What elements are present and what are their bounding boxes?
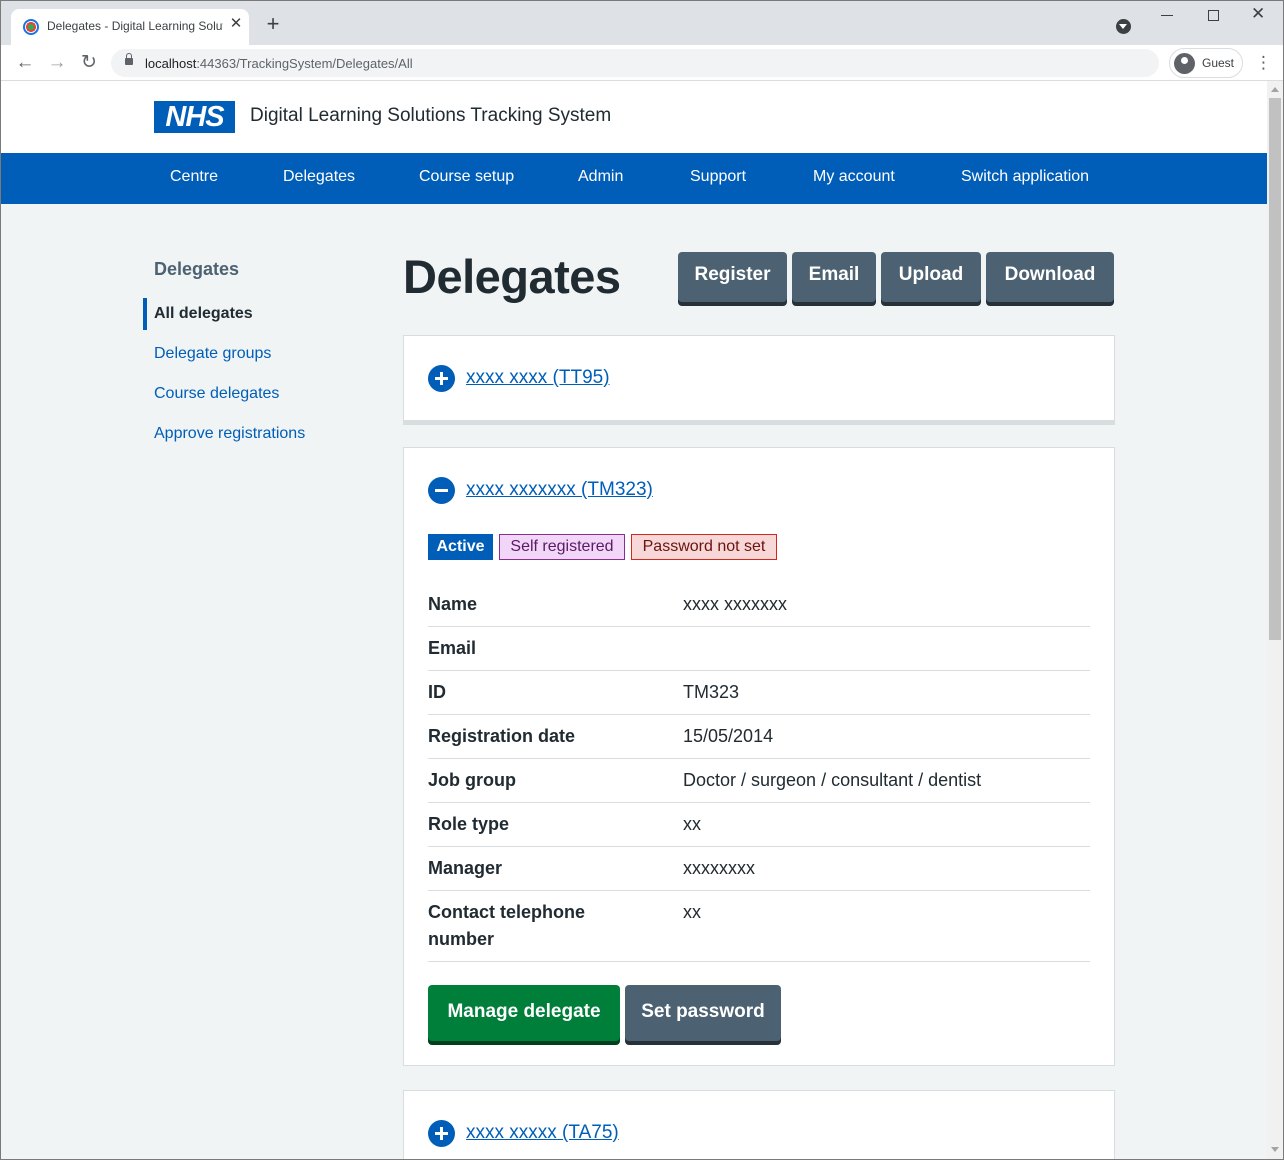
side-nav-current-indicator xyxy=(143,298,147,330)
status-tag-password-not-set: Password not set xyxy=(631,534,777,560)
minimize-icon[interactable] xyxy=(1161,15,1173,16)
detail-label-job-group: Job group xyxy=(428,770,516,790)
detail-value-name: xxxx xxxxxxx xyxy=(683,594,788,614)
lock-icon[interactable] xyxy=(125,53,133,65)
primary-navigation: Centre Delegates Course setup Admin Supp… xyxy=(1,153,1267,204)
address-bar[interactable]: localhost:44363/TrackingSystem/Delegates… xyxy=(111,49,1159,77)
detail-label-id: ID xyxy=(428,682,446,702)
tab-search-icon[interactable] xyxy=(1116,19,1131,34)
delegate-card: xxxx xxxx (TT95) xyxy=(403,335,1115,421)
detail-value-registration-date: 15/05/2014 xyxy=(683,726,774,746)
side-nav-item-approve-registrations[interactable]: Approve registrations xyxy=(154,425,305,443)
collapse-minus-icon[interactable] xyxy=(428,477,455,504)
vertical-scrollbar[interactable] xyxy=(1267,81,1283,1159)
page-viewport: NHS Digital Learning Solutions Tracking … xyxy=(1,81,1267,1159)
detail-value-job-group: Doctor / surgeon / consultant / dentist xyxy=(683,770,982,790)
nav-item-course-setup[interactable]: Course setup xyxy=(419,168,514,186)
tab-strip: Delegates - Digital Learning Solutions ✕… xyxy=(1,1,1283,45)
browser-toolbar: ← → ↻ localhost:44363/TrackingSystem/Del… xyxy=(1,45,1283,81)
tab-close-icon[interactable]: ✕ xyxy=(228,16,244,32)
forward-arrow-icon[interactable]: → xyxy=(45,51,69,75)
delegate-card: xxxx xxxxx (TA75) xyxy=(403,1090,1115,1159)
detail-label-registration-date: Registration date xyxy=(428,726,576,746)
scroll-up-arrow-icon[interactable] xyxy=(1271,87,1279,92)
service-name[interactable]: Digital Learning Solutions Tracking Syst… xyxy=(250,105,611,127)
detail-divider xyxy=(428,626,1090,627)
set-password-button[interactable]: Set password xyxy=(625,985,781,1041)
profile-button[interactable]: Guest xyxy=(1169,48,1243,78)
browser-window: Delegates - Digital Learning Solutions ✕… xyxy=(0,0,1284,1160)
side-nav-item-all-delegates[interactable]: All delegates xyxy=(154,305,253,323)
detail-label-contact-telephone: Contact telephone number xyxy=(428,902,586,949)
detail-value-role-type: xx xyxy=(683,814,701,834)
download-button[interactable]: Download xyxy=(986,252,1114,302)
url-host: localhost xyxy=(145,56,197,71)
detail-divider xyxy=(428,802,1090,803)
maximize-icon[interactable] xyxy=(1208,10,1219,21)
side-nav-title: Delegates xyxy=(154,259,240,279)
register-button[interactable]: Register xyxy=(678,252,787,302)
detail-divider xyxy=(428,961,1090,962)
detail-value-contact-telephone: xx xyxy=(683,902,701,922)
nav-item-switch-application[interactable]: Switch application xyxy=(961,168,1089,186)
detail-label-email: Email xyxy=(428,638,477,658)
nav-item-admin[interactable]: Admin xyxy=(578,168,623,186)
side-nav-item-course-delegates[interactable]: Course delegates xyxy=(154,385,279,403)
window-close-icon[interactable]: ✕ xyxy=(1251,4,1265,24)
browser-menu-icon[interactable]: ⋮ xyxy=(1255,51,1272,75)
delegate-card-link[interactable]: xxxx xxxxxxx (TM323) xyxy=(466,479,653,501)
page-title: Delegates xyxy=(403,250,621,303)
nav-item-my-account[interactable]: My account xyxy=(813,168,895,186)
status-tag-active: Active xyxy=(428,534,493,560)
nhs-logo[interactable]: NHS xyxy=(154,101,235,133)
site-favicon-icon xyxy=(23,19,39,35)
email-button[interactable]: Email xyxy=(792,252,876,302)
nav-item-support[interactable]: Support xyxy=(690,168,746,186)
new-tab-button[interactable]: + xyxy=(263,13,283,35)
profile-label: Guest xyxy=(1202,56,1235,70)
expand-plus-icon[interactable] xyxy=(428,365,455,392)
delegate-card-link[interactable]: xxxx xxxxx (TA75) xyxy=(466,1122,619,1144)
scroll-down-arrow-icon[interactable] xyxy=(1271,1147,1279,1152)
detail-value-manager: xxxxxxxx xyxy=(683,858,755,878)
detail-divider xyxy=(428,670,1090,671)
expand-plus-icon[interactable] xyxy=(428,1120,455,1147)
url-path: :44363/TrackingSystem/Delegates/All xyxy=(196,56,413,71)
scrollbar-thumb[interactable] xyxy=(1269,98,1281,640)
delegate-card-expanded: xxxx xxxxxxx (TM323) Active Self registe… xyxy=(403,447,1115,1066)
reload-icon[interactable]: ↻ xyxy=(77,51,101,75)
browser-tab[interactable]: Delegates - Digital Learning Solutions ✕ xyxy=(11,9,249,45)
site-header: NHS Digital Learning Solutions Tracking … xyxy=(1,81,1267,153)
nav-item-centre[interactable]: Centre xyxy=(170,168,218,186)
detail-label-name: Name xyxy=(428,594,478,614)
url-text[interactable]: localhost:44363/TrackingSystem/Delegates… xyxy=(145,56,413,71)
nav-item-delegates[interactable]: Delegates xyxy=(283,168,355,186)
guest-avatar-icon xyxy=(1174,53,1195,74)
detail-value-id: TM323 xyxy=(683,682,740,702)
manage-delegate-button[interactable]: Manage delegate xyxy=(428,985,620,1041)
detail-divider xyxy=(428,714,1090,715)
back-arrow-icon[interactable]: ← xyxy=(13,51,37,75)
detail-label-manager: Manager xyxy=(428,858,503,878)
status-tag-self-registered: Self registered xyxy=(499,534,625,560)
detail-divider xyxy=(428,890,1090,891)
tab-title: Delegates - Digital Learning Solutions xyxy=(47,19,223,33)
delegate-card-link[interactable]: xxxx xxxx (TT95) xyxy=(466,367,610,389)
detail-divider xyxy=(428,846,1090,847)
side-nav-item-delegate-groups[interactable]: Delegate groups xyxy=(154,345,271,363)
detail-divider xyxy=(428,758,1090,759)
upload-button[interactable]: Upload xyxy=(881,252,981,302)
detail-label-role-type: Role type xyxy=(428,814,510,834)
